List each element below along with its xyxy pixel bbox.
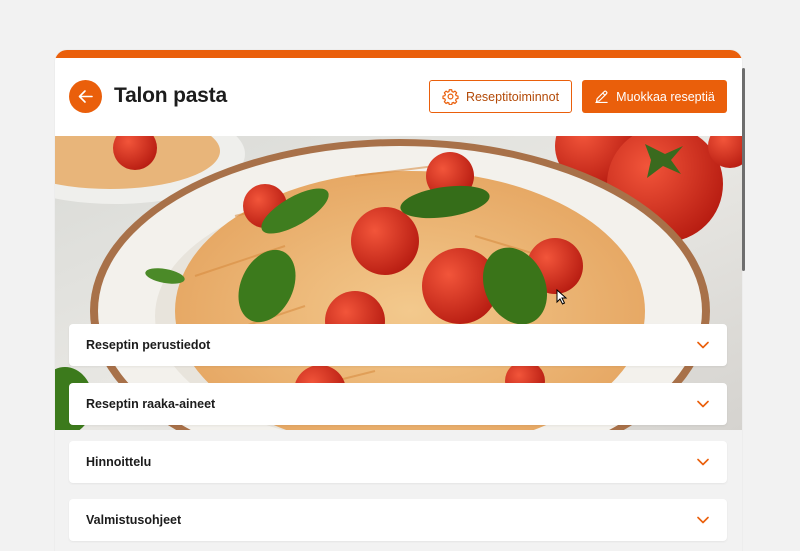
section-title: Hinnoittelu <box>86 455 152 469</box>
chevron-down-icon <box>697 400 709 408</box>
pencil-icon <box>594 89 609 104</box>
page-title: Talon pasta <box>114 84 227 107</box>
section-title: Valmistusohjeet <box>86 513 182 527</box>
section-pricing[interactable]: Hinnoittelu <box>69 441 727 483</box>
recipe-header: Talon pasta Reseptitoiminnot Muokkaa res… <box>55 58 742 136</box>
back-button[interactable] <box>69 80 102 113</box>
scrollbar[interactable] <box>742 68 745 271</box>
section-basic-info[interactable]: Reseptin perustiedot <box>69 324 727 366</box>
chevron-down-icon <box>697 458 709 466</box>
arrow-left-icon <box>77 88 94 105</box>
section-instructions[interactable]: Valmistusohjeet <box>69 499 727 541</box>
section-title: Reseptin perustiedot <box>86 338 211 352</box>
edit-recipe-label: Muokkaa reseptiä <box>616 89 715 104</box>
section-ingredients[interactable]: Reseptin raaka-aineet <box>69 383 727 425</box>
gear-icon <box>442 88 459 105</box>
accent-bar <box>55 50 742 58</box>
edit-recipe-button[interactable]: Muokkaa reseptiä <box>582 80 727 113</box>
section-title: Reseptin raaka-aineet <box>86 397 216 411</box>
recipe-options-button[interactable]: Reseptitoiminnot <box>429 80 572 113</box>
recipe-options-label: Reseptitoiminnot <box>465 89 560 104</box>
chevron-down-icon <box>697 516 709 524</box>
chevron-down-icon <box>697 341 709 349</box>
mouse-pointer-icon <box>556 288 568 310</box>
